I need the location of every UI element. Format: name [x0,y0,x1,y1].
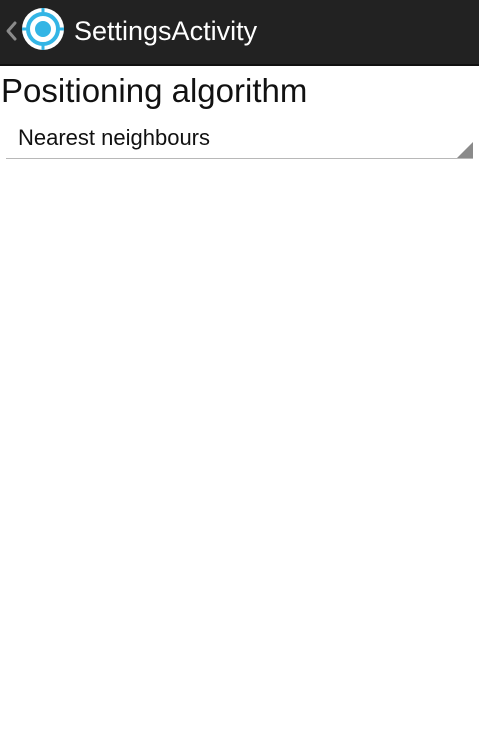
positioning-algorithm-spinner[interactable]: Nearest neighbours [6,118,473,159]
spinner-selected-value: Nearest neighbours [18,125,211,150]
up-navigation-button[interactable] [0,0,68,64]
settings-content: Positioning algorithm Nearest neighbours [0,66,479,753]
chevron-left-icon [6,21,17,41]
positioning-algorithm-label: Positioning algorithm [1,72,308,109]
target-icon [22,8,64,50]
action-bar: SettingsActivity [0,0,479,66]
action-bar-title: SettingsActivity [74,16,258,46]
dropdown-triangle-icon [457,142,473,158]
